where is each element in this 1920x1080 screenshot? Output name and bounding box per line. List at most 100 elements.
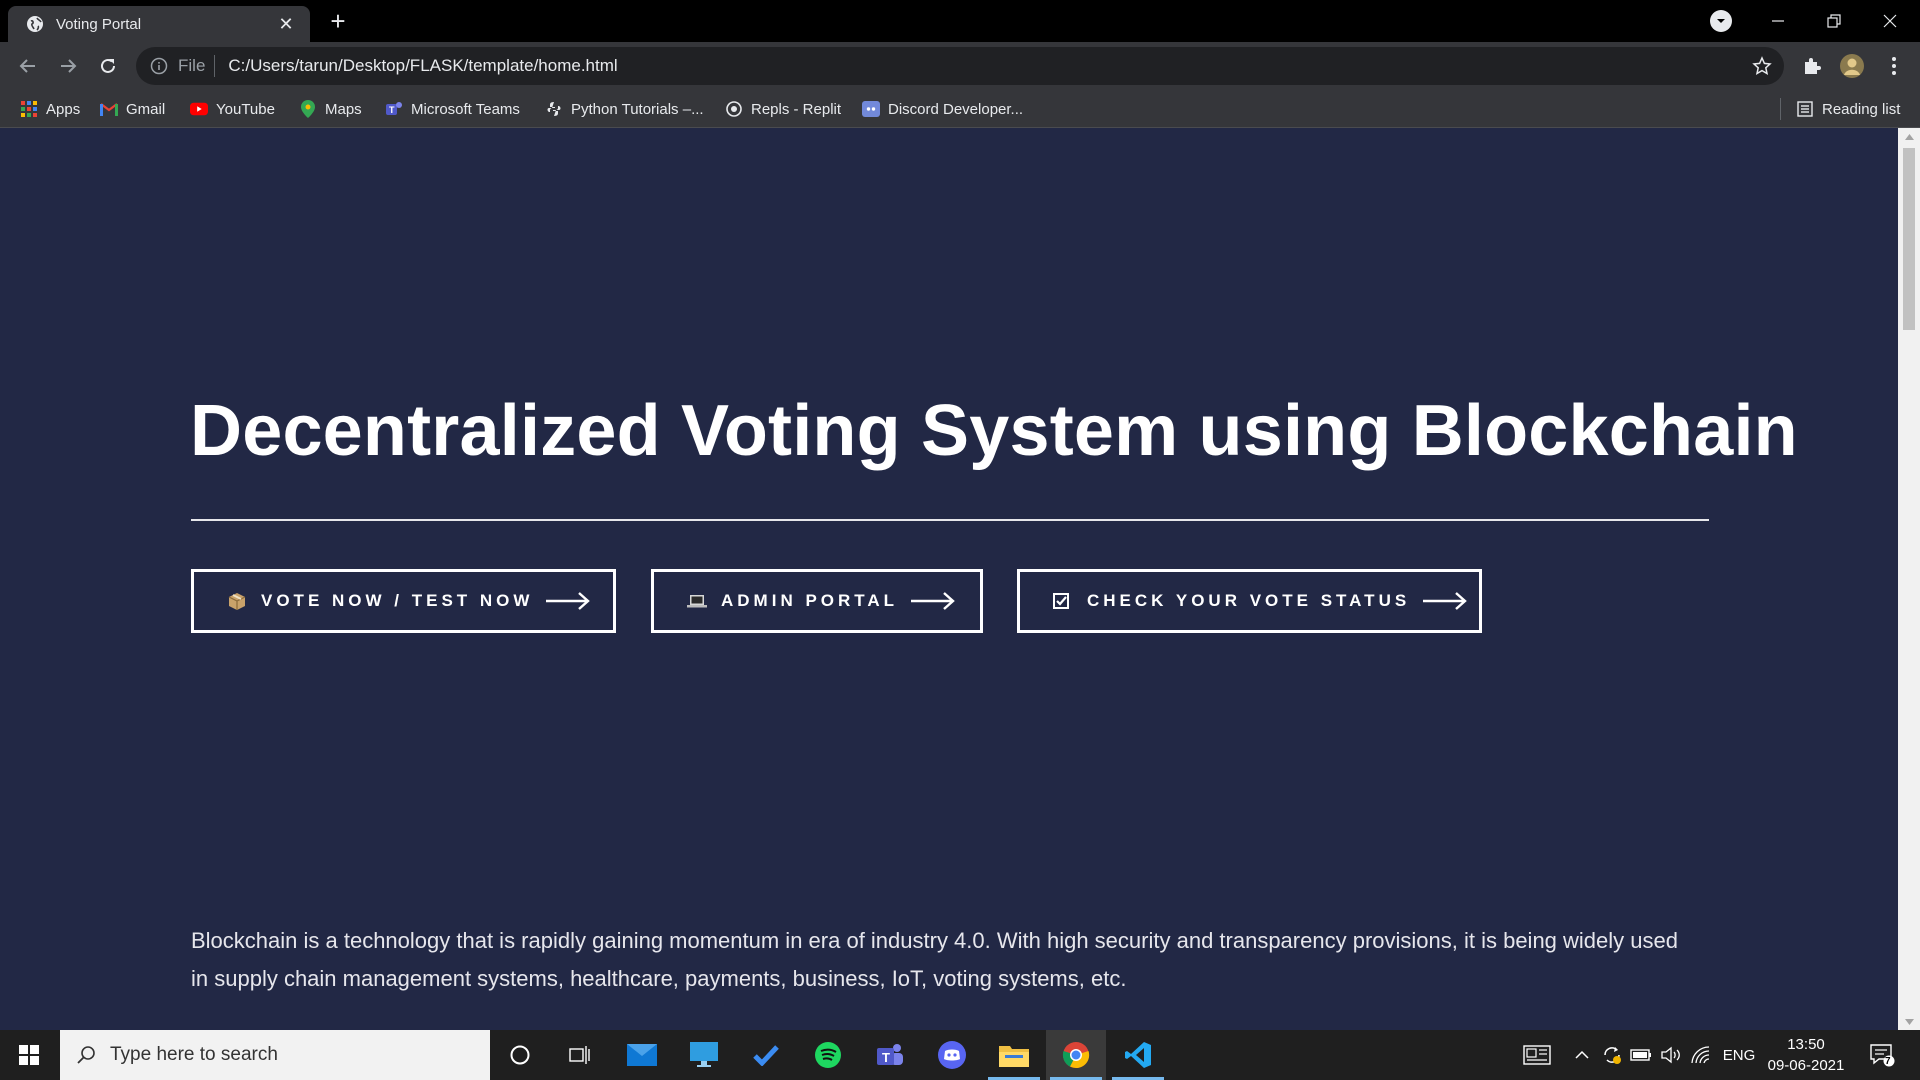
maps-pin-icon — [299, 100, 317, 118]
bookmark-replit[interactable]: Repls - Replit — [725, 98, 841, 120]
profile-avatar[interactable] — [1838, 52, 1866, 80]
restore-window-button[interactable] — [1806, 0, 1862, 42]
start-button[interactable] — [0, 1030, 58, 1080]
extensions-button[interactable] — [1798, 52, 1826, 80]
caret-down-icon — [1904, 1018, 1914, 1025]
bookmark-maps[interactable]: Maps — [299, 98, 362, 120]
speaker-icon — [1661, 1046, 1680, 1064]
reading-list-label: Reading list — [1822, 100, 1901, 118]
bookmark-label: Gmail — [126, 100, 166, 118]
reading-list-button[interactable]: Reading list — [1796, 98, 1900, 120]
windows-taskbar: Type here to search T ENG 13:50 09-06-20… — [0, 1030, 1920, 1080]
news-widget-button[interactable] — [1518, 1030, 1556, 1080]
browser-tab-voting-portal[interactable]: Voting Portal ✕ — [8, 6, 310, 42]
scroll-down-button[interactable] — [1898, 1013, 1920, 1030]
discord-icon — [862, 100, 880, 118]
search-placeholder: Type here to search — [110, 1044, 278, 1065]
address-url[interactable]: C:/Users/tarun/Desktop/FLASK/template/ho… — [228, 56, 617, 76]
monitor-icon — [690, 1042, 718, 1067]
teams-app[interactable]: T — [860, 1030, 920, 1080]
windows-logo-icon — [19, 1045, 39, 1065]
page-title: Decentralized Voting System using Blockc… — [190, 391, 1798, 471]
input-language-button[interactable]: ENG — [1720, 1030, 1758, 1080]
forward-button[interactable] — [54, 52, 82, 80]
youtube-icon — [190, 100, 208, 118]
tab-title: Voting Portal — [56, 15, 142, 33]
page-scrollbar[interactable] — [1898, 128, 1920, 1030]
arrow-right-icon — [910, 590, 956, 612]
notification-count: 7 — [1885, 1056, 1891, 1067]
bookmark-gmail[interactable]: Gmail — [100, 98, 165, 120]
admin-portal-label: ADMIN PORTAL — [721, 591, 899, 610]
minimize-icon — [1772, 20, 1784, 22]
address-scheme: File — [178, 56, 206, 75]
mail-app[interactable] — [612, 1030, 672, 1080]
network-tray-icon[interactable] — [1688, 1030, 1714, 1080]
sync-tray-icon[interactable] — [1600, 1030, 1624, 1080]
spotify-app[interactable] — [798, 1030, 858, 1080]
restore-icon — [1827, 14, 1841, 28]
taskbar-clock[interactable]: 13:50 09-06-2021 — [1762, 1034, 1850, 1076]
battery-tray-icon[interactable] — [1628, 1030, 1654, 1080]
bookmark-label: Repls - Replit — [751, 100, 842, 118]
tab-search-icon[interactable] — [1710, 10, 1732, 32]
close-tab-icon[interactable]: ✕ — [274, 14, 298, 35]
bookmark-microsoft-teams[interactable]: T Microsoft Teams — [385, 98, 520, 120]
action-center-button[interactable]: 7 — [1862, 1030, 1902, 1080]
battery-icon — [1630, 1049, 1651, 1061]
package-icon — [227, 591, 247, 611]
notification-icon — [1870, 1044, 1895, 1067]
browser-menu-button[interactable] — [1880, 52, 1908, 80]
search-icon — [77, 1046, 95, 1064]
new-tab-button[interactable]: + — [324, 8, 352, 36]
admin-portal-button[interactable]: ADMIN PORTAL — [651, 569, 983, 633]
reading-list-icon — [1796, 100, 1814, 118]
bookmark-apps[interactable]: Apps — [20, 98, 80, 120]
reload-button[interactable] — [94, 52, 122, 80]
close-window-button[interactable] — [1862, 0, 1918, 42]
info-icon[interactable] — [150, 57, 168, 75]
check-vote-status-button[interactable]: CHECK YOUR VOTE STATUS — [1017, 569, 1482, 633]
bookmark-discord-developer[interactable]: Discord Developer... — [862, 98, 1023, 120]
taskbar-search-box[interactable]: Type here to search — [60, 1030, 490, 1080]
bookmark-label: YouTube — [216, 100, 275, 118]
bookmarks-separator — [1780, 98, 1781, 120]
sync-warning-icon — [1604, 1047, 1621, 1064]
python-icon — [545, 100, 563, 118]
bookmark-label: Discord Developer... — [888, 100, 1024, 118]
back-button[interactable] — [14, 52, 42, 80]
scrollbar-thumb[interactable] — [1903, 148, 1915, 330]
puzzle-icon — [1805, 58, 1821, 74]
discord-app[interactable] — [922, 1030, 982, 1080]
cortana-button[interactable] — [490, 1030, 550, 1080]
task-view-button[interactable] — [550, 1030, 610, 1080]
close-icon — [1883, 14, 1897, 28]
address-bar[interactable]: File C:/Users/tarun/Desktop/FLASK/templa… — [136, 47, 1784, 85]
bookmark-label: Maps — [325, 100, 362, 118]
bookmark-star-icon[interactable] — [1752, 56, 1772, 76]
show-hidden-icons-button[interactable] — [1570, 1030, 1594, 1080]
teams-icon: T — [877, 1044, 903, 1065]
volume-tray-icon[interactable] — [1658, 1030, 1684, 1080]
todo-app[interactable] — [736, 1030, 796, 1080]
desktop-app[interactable] — [674, 1030, 734, 1080]
minimize-window-button[interactable] — [1750, 0, 1806, 42]
vote-now-button[interactable]: VOTE NOW / TEST NOW — [191, 569, 616, 633]
replit-icon — [725, 100, 743, 118]
gmail-icon — [100, 100, 118, 118]
checkbox-icon — [1053, 593, 1073, 609]
vscode-app[interactable] — [1108, 1030, 1168, 1080]
bookmark-label: Python Tutorials –... — [571, 100, 704, 118]
bookmark-youtube[interactable]: YouTube — [190, 98, 275, 120]
chrome-icon — [1062, 1042, 1090, 1069]
arrow-left-icon — [19, 59, 35, 73]
file-explorer-app[interactable] — [984, 1030, 1044, 1080]
page-viewport: Decentralized Voting System using Blockc… — [0, 128, 1898, 1030]
bookmark-label: Apps — [46, 100, 81, 118]
scroll-up-button[interactable] — [1898, 128, 1920, 145]
clock-date: 09-06-2021 — [1767, 1057, 1845, 1074]
news-icon — [1523, 1045, 1551, 1065]
chrome-app[interactable] — [1046, 1030, 1106, 1080]
bookmark-python-tutorials[interactable]: Python Tutorials –... — [545, 98, 704, 120]
svg-text:T: T — [882, 1050, 890, 1065]
